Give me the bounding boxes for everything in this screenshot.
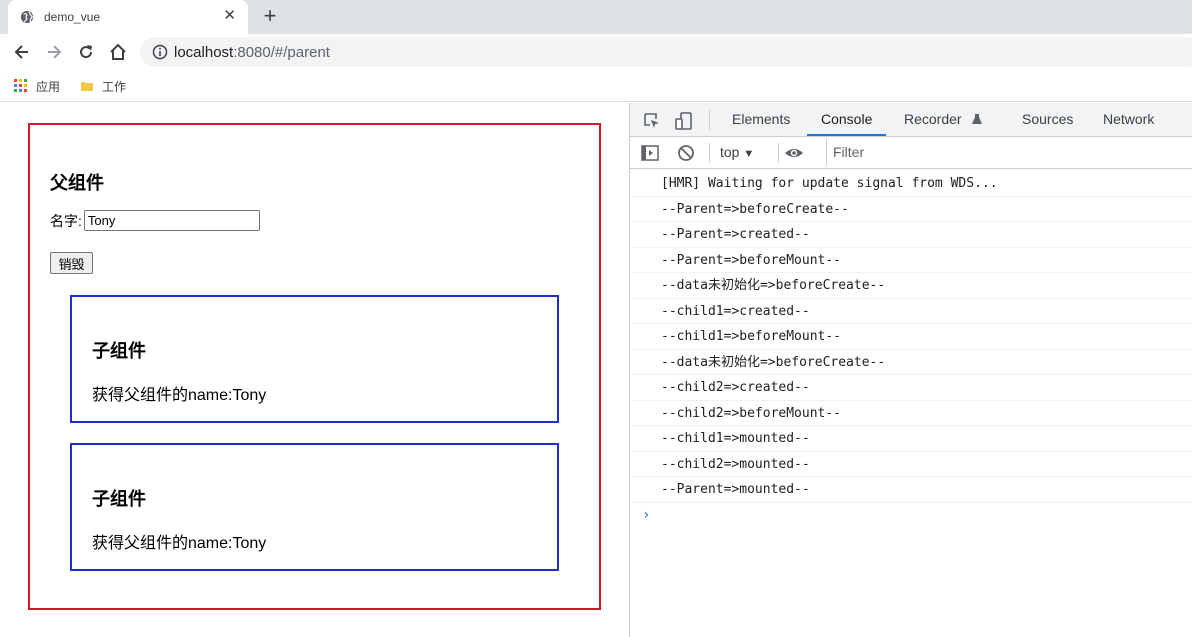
child-text: 获得父组件的name:Tony bbox=[92, 387, 267, 404]
clear-console-icon[interactable] bbox=[676, 143, 696, 163]
devtools-tab-bar: Elements Console Recorder Sources Networ… bbox=[630, 103, 1192, 137]
forward-arrow-icon[interactable] bbox=[44, 42, 64, 62]
bookmark-apps[interactable]: 应用 bbox=[14, 76, 60, 96]
context-selector[interactable]: top ▼ bbox=[720, 144, 754, 160]
tab-sources[interactable]: Sources bbox=[1022, 103, 1073, 136]
child-component-2: 子组件 获得父组件的name:Tony bbox=[70, 443, 559, 571]
console-line: --child1=>beforeMount-- bbox=[630, 324, 1192, 350]
toolbar-divider bbox=[709, 110, 710, 130]
bookmarks-bar: 应用 工作 bbox=[0, 70, 1192, 102]
console-line: --Parent=>beforeCreate-- bbox=[630, 197, 1192, 222]
console-line: [HMR] Waiting for update signal from WDS… bbox=[630, 171, 1192, 197]
close-tab-icon[interactable]: ✕ bbox=[223, 8, 236, 24]
console-line: --child1=>mounted-- bbox=[630, 426, 1192, 452]
url-host: localhost bbox=[174, 44, 234, 61]
inspect-element-icon[interactable] bbox=[642, 111, 662, 131]
bookmark-label: 应用 bbox=[36, 79, 61, 94]
globe-icon bbox=[20, 10, 34, 24]
child-title: 子组件 bbox=[92, 341, 146, 361]
child-text: 获得父组件的name:Tony bbox=[92, 535, 267, 552]
console-line: --data未初始化=>beforeCreate-- bbox=[630, 350, 1192, 375]
name-input[interactable] bbox=[83, 210, 260, 231]
tab-recorder-label: Recorder bbox=[904, 111, 962, 127]
page-viewport: 父组件 名字: 销毁 子组件 获得父组件的name:Tony 子组件 获得父组件… bbox=[0, 103, 629, 637]
child-component-1: 子组件 获得父组件的name:Tony bbox=[70, 295, 559, 423]
toolbar-divider bbox=[709, 143, 710, 163]
tab-title: demo_vue bbox=[44, 10, 101, 24]
destroy-button[interactable]: 销毁 bbox=[50, 252, 93, 274]
tab-network[interactable]: Network bbox=[1103, 103, 1154, 136]
console-line: --Parent=>mounted-- bbox=[630, 477, 1192, 503]
devtools-panel: Elements Console Recorder Sources Networ… bbox=[629, 103, 1192, 637]
reload-icon[interactable] bbox=[76, 42, 96, 62]
parent-component: 父组件 名字: 销毁 子组件 获得父组件的name:Tony 子组件 获得父组件… bbox=[28, 123, 601, 610]
tab-console[interactable]: Console bbox=[807, 103, 887, 136]
name-row: 名字: bbox=[50, 210, 260, 231]
console-line: --child2=>mounted-- bbox=[630, 452, 1192, 477]
tab-recorder[interactable]: Recorder bbox=[904, 103, 983, 136]
info-icon[interactable] bbox=[152, 44, 168, 60]
context-label: top bbox=[720, 144, 740, 160]
bookmark-label: 工作 bbox=[102, 79, 127, 94]
url-path: :8080/#/parent bbox=[233, 44, 330, 61]
tab-elements[interactable]: Elements bbox=[732, 103, 790, 136]
apps-grid-icon bbox=[14, 79, 27, 92]
console-line: --child2=>beforeMount-- bbox=[630, 401, 1192, 426]
url-text: localhost:8080/#/parent bbox=[174, 44, 330, 61]
toolbar-divider bbox=[778, 143, 779, 163]
bookmark-work[interactable]: 工作 bbox=[80, 76, 126, 96]
new-tab-button[interactable]: + bbox=[260, 4, 280, 28]
folder-icon bbox=[81, 82, 93, 91]
console-prompt[interactable]: › bbox=[630, 503, 1192, 527]
console-line: --Parent=>created-- bbox=[630, 222, 1192, 248]
back-arrow-icon[interactable] bbox=[12, 42, 32, 62]
child-title: 子组件 bbox=[92, 489, 146, 509]
console-line: --Parent=>beforeMount-- bbox=[630, 248, 1192, 273]
console-toolbar: top ▼ Filter bbox=[630, 137, 1192, 169]
address-bar[interactable]: localhost:8080/#/parent bbox=[140, 37, 1192, 67]
browser-toolbar: localhost:8080/#/parent bbox=[0, 34, 1192, 70]
eye-icon[interactable] bbox=[784, 143, 804, 163]
name-label: 名字: bbox=[50, 212, 82, 229]
filter-input[interactable]: Filter bbox=[826, 139, 1192, 165]
browser-tab-strip: demo_vue ✕ + bbox=[0, 0, 1192, 34]
home-icon[interactable] bbox=[108, 42, 128, 62]
console-line: --child2=>created-- bbox=[630, 375, 1192, 401]
browser-tab[interactable]: demo_vue ✕ bbox=[8, 0, 248, 34]
dropdown-triangle-icon: ▼ bbox=[743, 148, 755, 160]
console-line: --child1=>created-- bbox=[630, 299, 1192, 324]
console-output: [HMR] Waiting for update signal from WDS… bbox=[630, 171, 1192, 527]
device-toolbar-icon[interactable] bbox=[674, 111, 694, 131]
flask-icon bbox=[972, 114, 983, 124]
sidebar-toggle-icon[interactable] bbox=[640, 143, 660, 163]
console-line: --data未初始化=>beforeCreate-- bbox=[630, 273, 1192, 299]
parent-title: 父组件 bbox=[50, 173, 104, 193]
